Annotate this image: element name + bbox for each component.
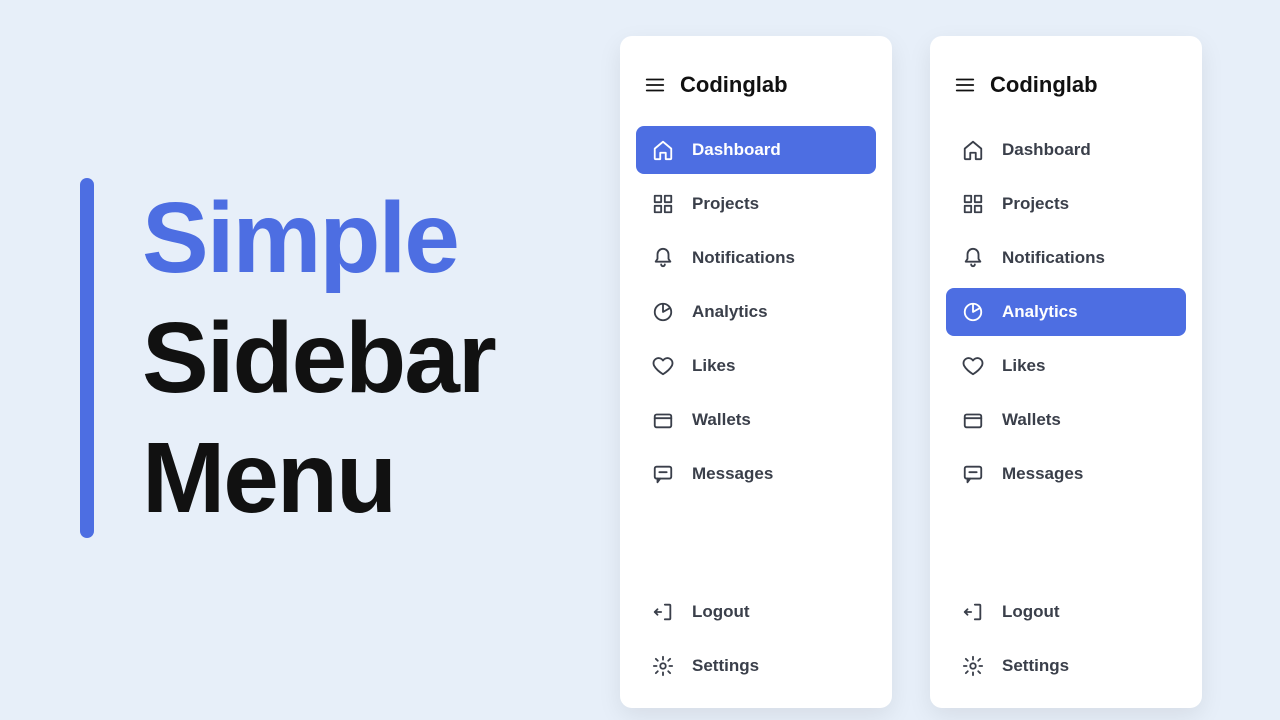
sidebar-item-dashboard[interactable]: Dashboard bbox=[946, 126, 1186, 174]
sidebar-item-label: Projects bbox=[1002, 194, 1069, 214]
sidebar-a: Codinglab Dashboard Projects Notifications… bbox=[620, 36, 892, 708]
gear-icon bbox=[652, 655, 674, 677]
sidebar-item-messages[interactable]: Messages bbox=[636, 450, 876, 498]
sidebar-item-label: Wallets bbox=[1002, 410, 1061, 430]
home-icon bbox=[962, 139, 984, 161]
menu-footer: Logout Settings bbox=[636, 588, 876, 690]
brand-name: Codinglab bbox=[990, 72, 1098, 98]
hero-line-2: Sidebar bbox=[142, 298, 495, 418]
sidebar-item-settings[interactable]: Settings bbox=[946, 642, 1186, 690]
sidebar-b: Codinglab Dashboard Projects Notifications… bbox=[930, 36, 1202, 708]
brand: Codinglab bbox=[946, 54, 1186, 126]
sidebar-item-label: Settings bbox=[692, 656, 759, 676]
sidebar-item-label: Messages bbox=[1002, 464, 1083, 484]
hamburger-icon[interactable] bbox=[644, 74, 666, 96]
logout-icon bbox=[962, 601, 984, 623]
menu-footer: Logout Settings bbox=[946, 588, 1186, 690]
sidebar-item-label: Notifications bbox=[692, 248, 795, 268]
hero: Simple Sidebar Menu bbox=[80, 178, 495, 538]
sidebar-item-label: Dashboard bbox=[1002, 140, 1091, 160]
pie-icon bbox=[652, 301, 674, 323]
chat-icon bbox=[962, 463, 984, 485]
heart-icon bbox=[962, 355, 984, 377]
hero-line-1: Simple bbox=[142, 178, 495, 298]
hero-line-3: Menu bbox=[142, 418, 495, 538]
sidebar-item-analytics[interactable]: Analytics bbox=[946, 288, 1186, 336]
menu-main: Dashboard Projects Notifications Analytics L… bbox=[946, 126, 1186, 498]
grid-icon bbox=[652, 193, 674, 215]
sidebar-item-label: Notifications bbox=[1002, 248, 1105, 268]
brand-name: Codinglab bbox=[680, 72, 788, 98]
hamburger-icon[interactable] bbox=[954, 74, 976, 96]
sidebar-item-projects[interactable]: Projects bbox=[946, 180, 1186, 228]
sidebar-item-label: Messages bbox=[692, 464, 773, 484]
sidebar-item-notifications[interactable]: Notifications bbox=[636, 234, 876, 282]
sidebar-item-label: Projects bbox=[692, 194, 759, 214]
chat-icon bbox=[652, 463, 674, 485]
sidebar-item-likes[interactable]: Likes bbox=[636, 342, 876, 390]
sidebar-item-analytics[interactable]: Analytics bbox=[636, 288, 876, 336]
sidebar-item-notifications[interactable]: Notifications bbox=[946, 234, 1186, 282]
sidebar-item-label: Dashboard bbox=[692, 140, 781, 160]
sidebar-item-settings[interactable]: Settings bbox=[636, 642, 876, 690]
bell-icon bbox=[652, 247, 674, 269]
logout-icon bbox=[652, 601, 674, 623]
sidebar-item-label: Likes bbox=[692, 356, 735, 376]
sidebar-item-logout[interactable]: Logout bbox=[946, 588, 1186, 636]
bell-icon bbox=[962, 247, 984, 269]
sidebar-item-messages[interactable]: Messages bbox=[946, 450, 1186, 498]
wallet-icon bbox=[962, 409, 984, 431]
heart-icon bbox=[652, 355, 674, 377]
gear-icon bbox=[962, 655, 984, 677]
sidebar-item-label: Logout bbox=[692, 602, 750, 622]
brand: Codinglab bbox=[636, 54, 876, 126]
home-icon bbox=[652, 139, 674, 161]
sidebar-item-dashboard[interactable]: Dashboard bbox=[636, 126, 876, 174]
wallet-icon bbox=[652, 409, 674, 431]
grid-icon bbox=[962, 193, 984, 215]
sidebar-item-label: Wallets bbox=[692, 410, 751, 430]
sidebar-item-label: Analytics bbox=[692, 302, 768, 322]
sidebar-item-likes[interactable]: Likes bbox=[946, 342, 1186, 390]
sidebar-item-logout[interactable]: Logout bbox=[636, 588, 876, 636]
accent-bar bbox=[80, 178, 94, 538]
hero-title: Simple Sidebar Menu bbox=[142, 178, 495, 538]
sidebar-item-projects[interactable]: Projects bbox=[636, 180, 876, 228]
sidebar-item-label: Likes bbox=[1002, 356, 1045, 376]
sidebar-item-wallets[interactable]: Wallets bbox=[636, 396, 876, 444]
menu-main: Dashboard Projects Notifications Analytics L… bbox=[636, 126, 876, 498]
sidebar-item-wallets[interactable]: Wallets bbox=[946, 396, 1186, 444]
sidebar-item-label: Settings bbox=[1002, 656, 1069, 676]
pie-icon bbox=[962, 301, 984, 323]
sidebar-item-label: Analytics bbox=[1002, 302, 1078, 322]
sidebar-item-label: Logout bbox=[1002, 602, 1060, 622]
